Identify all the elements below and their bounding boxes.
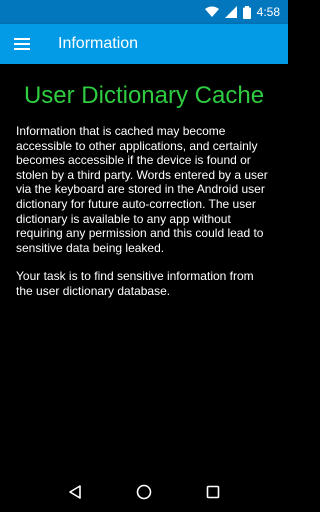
hamburger-menu-icon[interactable] [0, 24, 44, 64]
app-bar-title: Information [58, 35, 139, 52]
status-bar: 4:58 [0, 0, 288, 24]
app-bar: Information [0, 24, 288, 64]
back-icon[interactable] [55, 472, 95, 512]
home-icon[interactable] [124, 472, 164, 512]
status-time: 4:58 [256, 5, 280, 19]
recents-icon[interactable] [193, 472, 233, 512]
page-heading: User Dictionary Cache [23, 82, 265, 109]
description-paragraph: Information that is cached may become ac… [16, 124, 268, 255]
battery-icon [242, 5, 251, 19]
task-paragraph: Your task is to find sensitive informati… [16, 269, 254, 298]
wifi-icon [204, 6, 219, 18]
navigation-bar [0, 472, 288, 512]
cell-signal-icon [224, 6, 237, 18]
content-area: User Dictionary Cache Information that i… [0, 64, 288, 472]
